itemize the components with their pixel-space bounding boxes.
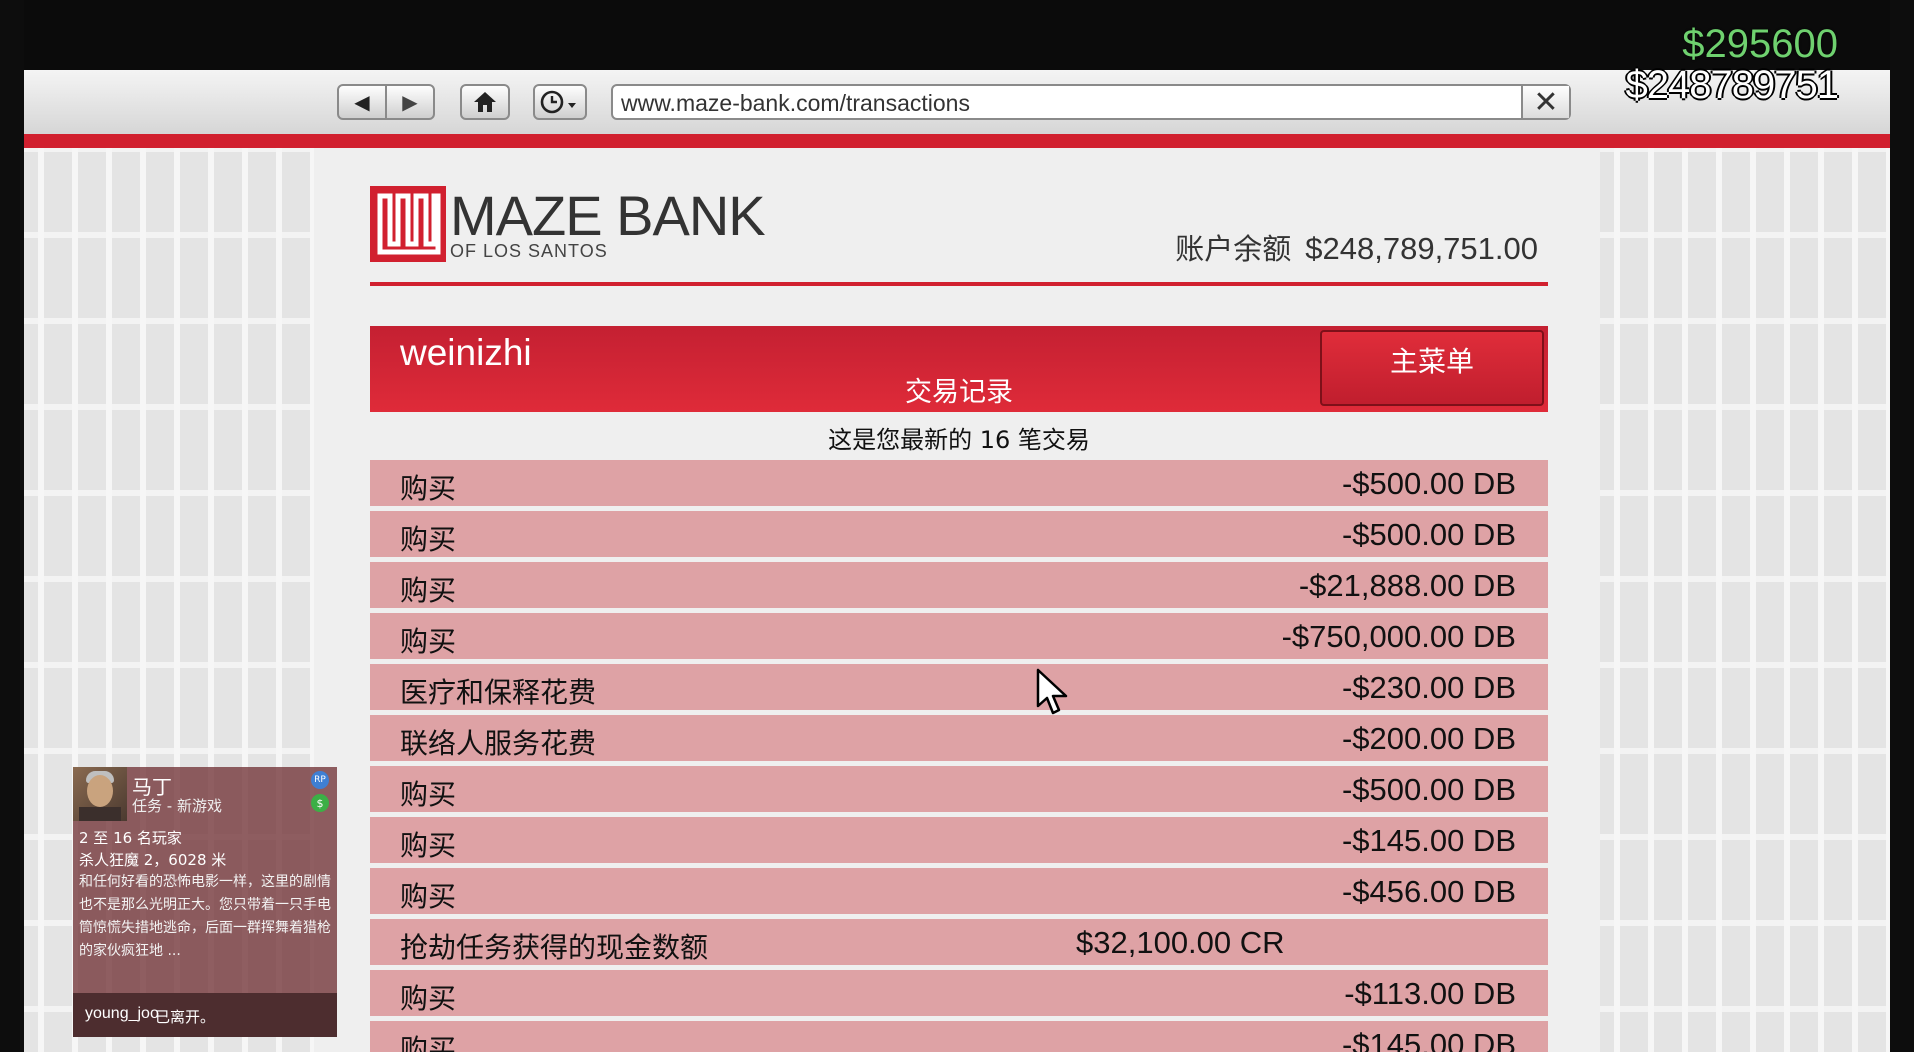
transaction-desc: 抢劫任务获得的现金数额 <box>400 931 709 964</box>
maze-bank-logo[interactable]: MAZE BANK OF LOS SANTOS <box>370 184 766 262</box>
account-balance: 账户余额 $248,789,751.00 <box>1175 226 1538 268</box>
footer-action: 已离开。 <box>155 1008 216 1026</box>
player-avatar <box>73 767 127 821</box>
transaction-amount: -$230.00 DB <box>1341 670 1516 705</box>
address-bar[interactable]: www.maze-bank.com/transactions ✕ <box>611 84 1571 120</box>
forward-button[interactable]: ▶ <box>385 84 435 120</box>
background-pattern-right <box>1600 148 1890 1052</box>
transaction-amount: -$500.00 DB <box>1341 772 1516 807</box>
transaction-row: 购买 -$500.00 DB <box>370 511 1548 557</box>
home-button[interactable] <box>460 84 510 120</box>
rp-badge-icon: RP <box>311 771 329 789</box>
browser-red-divider <box>24 134 1890 148</box>
transaction-list: 购买 -$500.00 DB 购买 -$500.00 DB 购买 -$21,88… <box>370 460 1548 1052</box>
transaction-row: 购买 -$21,888.00 DB <box>370 562 1548 608</box>
transaction-desc: 购买 <box>400 472 457 505</box>
transaction-row: 购买 -$145.00 DB <box>370 817 1548 863</box>
job-notification-feed: 马丁 任务 - 新游戏 RP $ 2 至 16 名玩家 杀人狂魔 2，6028 … <box>73 767 337 1037</box>
transaction-desc: 购买 <box>400 625 457 658</box>
header-divider <box>370 282 1548 286</box>
browser-window: ◀ ▶ www.maze-bank.com/transactions ✕ MAZ… <box>24 0 1890 1052</box>
balance-value: $248,789,751.00 <box>1305 231 1538 266</box>
transaction-desc: 购买 <box>400 523 457 556</box>
history-button[interactable] <box>533 84 587 120</box>
home-icon <box>474 92 496 112</box>
browser-toolbar: ◀ ▶ www.maze-bank.com/transactions ✕ <box>24 70 1890 135</box>
transaction-row: 购买 -$456.00 DB <box>370 868 1548 914</box>
transaction-desc: 购买 <box>400 829 457 862</box>
top-black-bar <box>24 0 1890 70</box>
close-icon: ✕ <box>1533 84 1559 120</box>
main-menu-label: 主菜单 <box>1389 345 1474 378</box>
url-text[interactable]: www.maze-bank.com/transactions <box>621 90 970 117</box>
logo-title: MAZE BANK <box>450 184 766 247</box>
mouse-cursor-icon <box>1036 668 1068 715</box>
transaction-desc: 医疗和保释花费 <box>400 676 597 709</box>
cash-badge-icon: $ <box>311 794 329 812</box>
transaction-desc: 联络人服务花费 <box>400 727 597 760</box>
transaction-row: 购买 -$500.00 DB <box>370 766 1548 812</box>
transaction-amount: -$456.00 DB <box>1341 874 1516 909</box>
forward-arrow-icon: ▶ <box>402 90 418 114</box>
transaction-desc: 购买 <box>400 574 457 607</box>
history-clock-icon <box>540 90 576 114</box>
notification-players: 2 至 16 名玩家 <box>79 829 182 847</box>
maze-bank-logo-icon <box>370 186 446 262</box>
bank-page: MAZE BANK OF LOS SANTOS 账户余额 $248,789,751… <box>314 148 1600 1052</box>
transaction-desc: 购买 <box>400 982 457 1015</box>
footer-username: young_joo <box>85 1005 159 1022</box>
transaction-amount: -$145.00 DB <box>1341 1027 1516 1052</box>
transactions-count-text: 这是您最新的 16 笔交易 <box>828 426 1090 454</box>
transaction-amount: -$500.00 DB <box>1341 466 1516 501</box>
transaction-row: 联络人服务花费 -$200.00 DB <box>370 715 1548 761</box>
transaction-row: 抢劫任务获得的现金数额 $32,100.00 CR <box>370 919 1548 965</box>
transaction-amount: -$145.00 DB <box>1341 823 1516 858</box>
back-button[interactable]: ◀ <box>337 84 387 120</box>
transaction-amount: -$750,000.00 DB <box>1281 619 1516 654</box>
main-menu-button[interactable]: 主菜单 <box>1320 330 1544 406</box>
transaction-amount: -$21,888.00 DB <box>1298 568 1516 603</box>
transaction-amount: -$200.00 DB <box>1341 721 1516 756</box>
transaction-row: 购买 -$500.00 DB <box>370 460 1548 506</box>
transaction-desc: 购买 <box>400 778 457 811</box>
transaction-amount: -$500.00 DB <box>1341 517 1516 552</box>
transaction-desc: 购买 <box>400 1033 457 1052</box>
balance-label: 账户余额 <box>1175 232 1292 266</box>
username: weinizhi <box>400 332 532 373</box>
hud-bank-balance: $248789751 <box>1625 63 1839 107</box>
transaction-row: 购买 -$145.00 DB <box>370 1021 1548 1052</box>
close-url-button[interactable]: ✕ <box>1521 84 1569 120</box>
notification-footer: young_joo 已离开。 <box>73 993 337 1037</box>
transaction-row: 购买 -$750,000.00 DB <box>370 613 1548 659</box>
transaction-amount: -$113.00 DB <box>1344 976 1516 1011</box>
back-arrow-icon: ◀ <box>354 90 370 114</box>
account-header: weinizhi 交易记录 主菜单 <box>370 326 1548 412</box>
transaction-row: 医疗和保释花费 -$230.00 DB <box>370 664 1548 710</box>
notification-stats: 杀人狂魔 2，6028 米 <box>79 851 227 869</box>
transaction-amount-credit: $32,100.00 CR <box>1076 925 1285 960</box>
transaction-row: 购买 -$113.00 DB <box>370 970 1548 1016</box>
notification-description: 和任何好看的恐怖电影一样，这里的剧情也不是那么光明正大。您只带着一只手电筒惊慌失… <box>79 874 331 959</box>
transaction-desc: 购买 <box>400 880 457 913</box>
hud-cash: $295600 <box>1682 22 1838 66</box>
notification-mode: 任务 - 新游戏 <box>132 797 222 815</box>
